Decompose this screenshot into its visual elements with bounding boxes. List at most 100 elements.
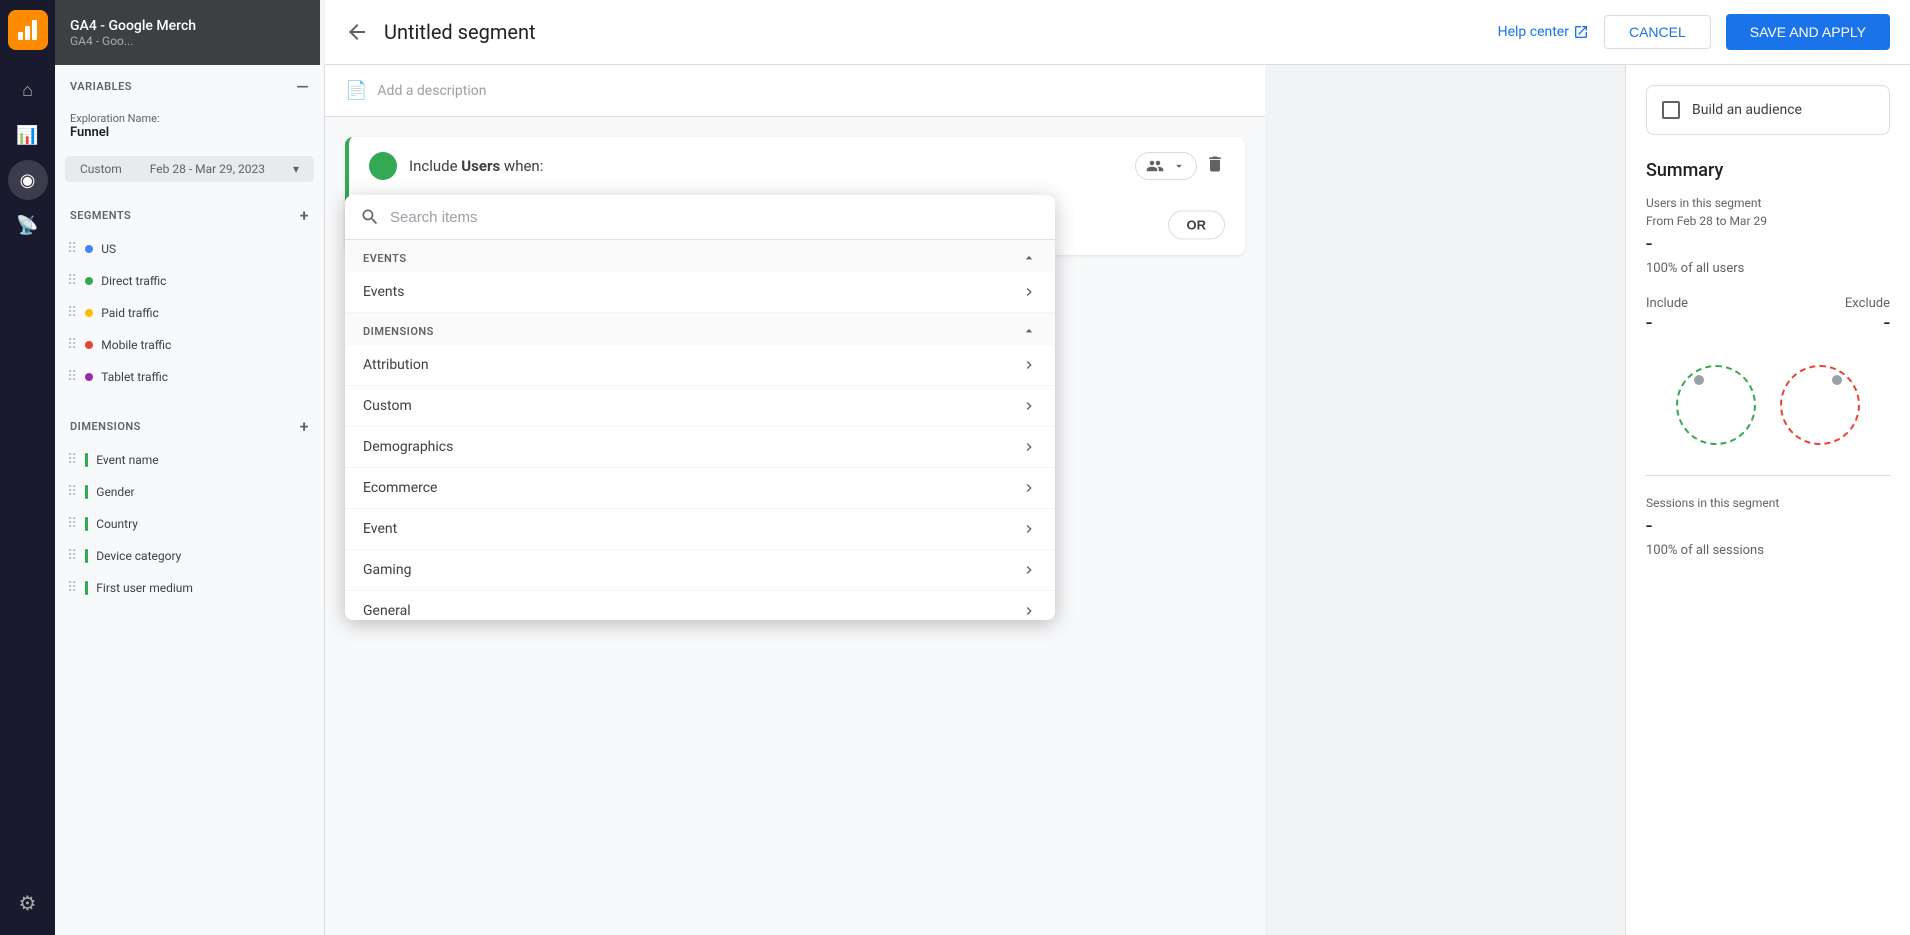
back-button[interactable] (345, 20, 369, 44)
variables-panel: Variables — Exploration Name: Funnel Cus… (55, 65, 325, 935)
users-in-segment-label: Users in this segment (1646, 196, 1890, 210)
dimension-item-country[interactable]: ⠿ Country (55, 508, 324, 540)
exclude-dash: - (1845, 311, 1890, 336)
dropdown-item-events[interactable]: Events (345, 272, 1055, 313)
dropdown-item-gaming[interactable]: Gaming (345, 550, 1055, 591)
save-apply-button[interactable]: SAVE AND APPLY (1726, 14, 1890, 50)
help-center-label: Help center (1498, 24, 1569, 40)
events-collapse-icon (1021, 250, 1037, 266)
description-bar[interactable]: 📄 Add a description (325, 65, 1265, 117)
dimension-item-device-category[interactable]: ⠿ Device category (55, 540, 324, 572)
date-range-selector[interactable]: Custom Feb 28 - Mar 29, 2023 ▾ (65, 156, 314, 182)
dimensions-section-label: Dimensions (363, 325, 434, 338)
exclude-label: Exclude (1845, 296, 1890, 311)
segment-item-direct[interactable]: ⠿ Direct traffic (55, 265, 324, 297)
delete-condition-button[interactable] (1205, 154, 1225, 179)
venn-circle-exclude (1780, 365, 1860, 445)
drag-handle-device-category: ⠿ (67, 548, 77, 564)
dimension-label-event-name: Event name (96, 453, 158, 467)
segment-color-paid (85, 309, 93, 317)
dropdown-item-attribution[interactable]: Attribution (345, 345, 1055, 386)
dropdown-item-gaming-label: Gaming (363, 562, 411, 578)
sidebar-nav-reports[interactable]: 📊 (8, 115, 48, 155)
or-button[interactable]: OR (1168, 211, 1226, 240)
dimensions-add-btn[interactable]: + (300, 417, 309, 436)
users-pct: 100% of all users (1646, 261, 1890, 276)
dim-bar-gender (85, 485, 88, 499)
segment-label-paid: Paid traffic (101, 306, 159, 320)
condition-dot (369, 152, 397, 180)
date-range-summary-label: From Feb 28 to Mar 29 (1646, 214, 1890, 228)
drag-handle-tablet: ⠿ (67, 369, 77, 385)
dropdown-item-event[interactable]: Event (345, 509, 1055, 550)
segment-color-tablet (85, 373, 93, 381)
date-range-dates: Feb 28 - Mar 29, 2023 (150, 162, 265, 176)
events-section-header: Events (345, 240, 1055, 272)
dimensions-title: DIMENSIONS (70, 420, 141, 433)
segments-title: SEGMENTS (70, 209, 131, 222)
dropdown-item-ecommerce[interactable]: Ecommerce (345, 468, 1055, 509)
segment-color-direct (85, 277, 93, 285)
dim-bar-event-name (85, 453, 88, 467)
sidebar-nav-advertising[interactable]: 📡 (8, 205, 48, 245)
drag-handle-direct: ⠿ (67, 273, 77, 289)
variables-collapse-btn[interactable]: — (296, 77, 309, 96)
dialog-title: Untitled segment (384, 20, 1483, 44)
dimension-item-first-user-medium[interactable]: ⠿ First user medium (55, 572, 324, 604)
sidebar-nav-home[interactable]: ⌂ (8, 70, 48, 110)
dimensions-section-header: Dimensions (345, 313, 1055, 345)
custom-chevron-icon (1021, 398, 1037, 414)
sidebar-settings-icon[interactable]: ⚙ (19, 891, 37, 915)
gaming-chevron-icon (1021, 562, 1037, 578)
dropdown-item-custom[interactable]: Custom (345, 386, 1055, 427)
venn-diagram (1646, 355, 1890, 455)
dialog-topbar: Untitled segment Help center CANCEL SAVE… (325, 0, 1910, 65)
summary-panel: Build an audience Summary Users in this … (1625, 65, 1910, 935)
dropdown-item-general-label: General (363, 603, 411, 619)
demographics-chevron-icon (1021, 439, 1037, 455)
include-dash: - (1646, 311, 1688, 336)
people-button[interactable] (1135, 152, 1197, 180)
segment-item-mobile[interactable]: ⠿ Mobile traffic (55, 329, 324, 361)
summary-title: Summary (1646, 160, 1890, 181)
segment-label-us: US (101, 242, 116, 256)
help-center-link[interactable]: Help center (1498, 24, 1589, 40)
description-icon: 📄 (345, 80, 367, 101)
venn-circle-include (1676, 365, 1756, 445)
exploration-name: Funnel (70, 125, 309, 140)
dropdown-item-general[interactable]: General (345, 591, 1055, 620)
cancel-button[interactable]: CANCEL (1604, 15, 1711, 49)
search-dropdown: Events Events Dimensions Attribution C (345, 195, 1055, 620)
attribution-chevron-icon (1021, 357, 1037, 373)
sidebar-nav-explore[interactable]: ◉ (8, 160, 48, 200)
sessions-dash: - (1646, 514, 1890, 539)
dropdown-item-demographics-label: Demographics (363, 439, 453, 455)
sidebar: ⌂ 📊 ◉ 📡 ⚙ (0, 0, 55, 935)
sessions-pct: 100% of all sessions (1646, 543, 1890, 558)
build-audience-label: Build an audience (1692, 102, 1802, 118)
segment-color-us (85, 245, 93, 253)
segment-item-tablet[interactable]: ⠿ Tablet traffic (55, 361, 324, 393)
drag-handle-gender: ⠿ (67, 484, 77, 500)
segments-list: ⠿ US ⠿ Direct traffic ⠿ Paid traffic ⠿ M… (55, 233, 324, 393)
segments-add-btn[interactable]: + (300, 206, 309, 225)
dimension-item-gender[interactable]: ⠿ Gender (55, 476, 324, 508)
dimension-label-gender: Gender (96, 485, 134, 499)
dropdown-item-ecommerce-label: Ecommerce (363, 480, 437, 496)
segment-item-paid[interactable]: ⠿ Paid traffic (55, 297, 324, 329)
segment-item-us[interactable]: ⠿ US (55, 233, 324, 265)
include-word: Include (409, 157, 458, 175)
when-word: when: (504, 157, 543, 175)
description-placeholder: Add a description (377, 83, 486, 99)
search-input[interactable] (390, 209, 1040, 226)
dropdown-item-demographics[interactable]: Demographics (345, 427, 1055, 468)
analytics-header: GA4 - Google Merch GA4 - Goo... (55, 0, 320, 65)
search-icon (360, 207, 380, 227)
variables-title: Variables (70, 80, 132, 93)
events-section-label: Events (363, 252, 407, 265)
dim-bar-country (85, 517, 88, 531)
dimension-item-event-name[interactable]: ⠿ Event name (55, 444, 324, 476)
segment-color-mobile (85, 341, 93, 349)
build-audience-checkbox[interactable] (1662, 101, 1680, 119)
condition-header: Include Users when: (349, 137, 1245, 195)
